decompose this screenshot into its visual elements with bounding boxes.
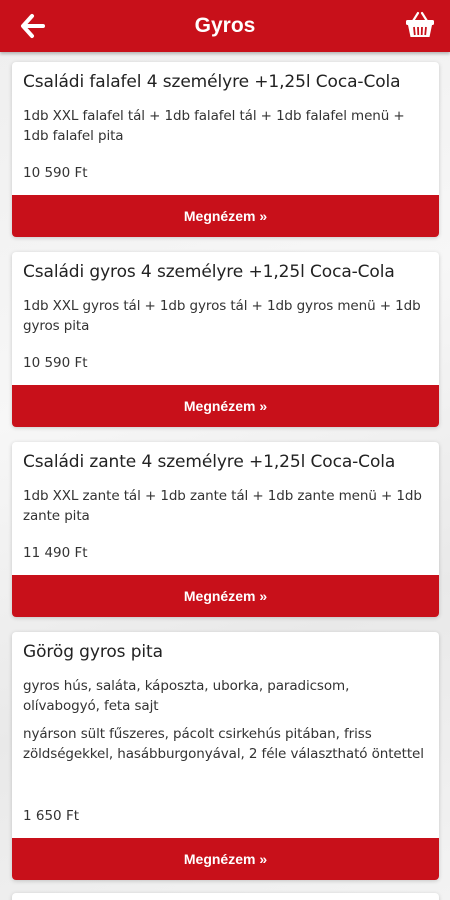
- product-description: 1db XXL zante tál + 1db zante tál + 1db …: [23, 488, 422, 524]
- product-card[interactable]: Családi gyros 4 személyre +1,25l Coca-Co…: [12, 252, 439, 427]
- back-button[interactable]: [20, 13, 46, 39]
- view-button[interactable]: Megnézem »: [12, 385, 439, 427]
- product-card[interactable]: Családi falafel 4 személyre +1,25l Coca-…: [12, 62, 439, 237]
- top-app-bar: Gyros: [0, 0, 450, 52]
- product-price: 1 650 Ft: [23, 808, 79, 824]
- view-button[interactable]: Megnézem »: [12, 195, 439, 237]
- product-price: 10 590 Ft: [23, 355, 88, 371]
- product-description: gyros hús, saláta, káposzta, uborka, par…: [23, 678, 350, 714]
- product-title: Családi zante 4 személyre +1,25l Coca-Co…: [23, 452, 396, 472]
- cart-button[interactable]: [404, 9, 436, 41]
- product-description: 1db XXL gyros tál + 1db gyros tál + 1db …: [23, 298, 421, 334]
- product-card[interactable]: Görög gyros pita gyros hús, saláta, kápo…: [12, 632, 439, 880]
- view-button[interactable]: Megnézem »: [12, 838, 439, 880]
- product-title: Családi falafel 4 személyre +1,25l Coca-…: [23, 72, 401, 92]
- view-button[interactable]: Megnézem »: [12, 575, 439, 617]
- product-title: Családi gyros 4 személyre +1,25l Coca-Co…: [23, 262, 395, 282]
- product-title: Görög gyros pita: [23, 642, 163, 662]
- arrow-left-icon: [21, 14, 45, 38]
- product-price: 11 490 Ft: [23, 545, 88, 561]
- shopping-basket-icon: [406, 11, 434, 37]
- product-preparation: nyárson sült fűszeres, pácolt csirkehús …: [23, 726, 424, 762]
- product-card[interactable]: [12, 893, 439, 900]
- page-title: Gyros: [194, 14, 256, 37]
- product-price: 10 590 Ft: [23, 165, 88, 181]
- product-card[interactable]: Családi zante 4 személyre +1,25l Coca-Co…: [12, 442, 439, 617]
- product-description: 1db XXL falafel tál + 1db falafel tál + …: [23, 108, 405, 144]
